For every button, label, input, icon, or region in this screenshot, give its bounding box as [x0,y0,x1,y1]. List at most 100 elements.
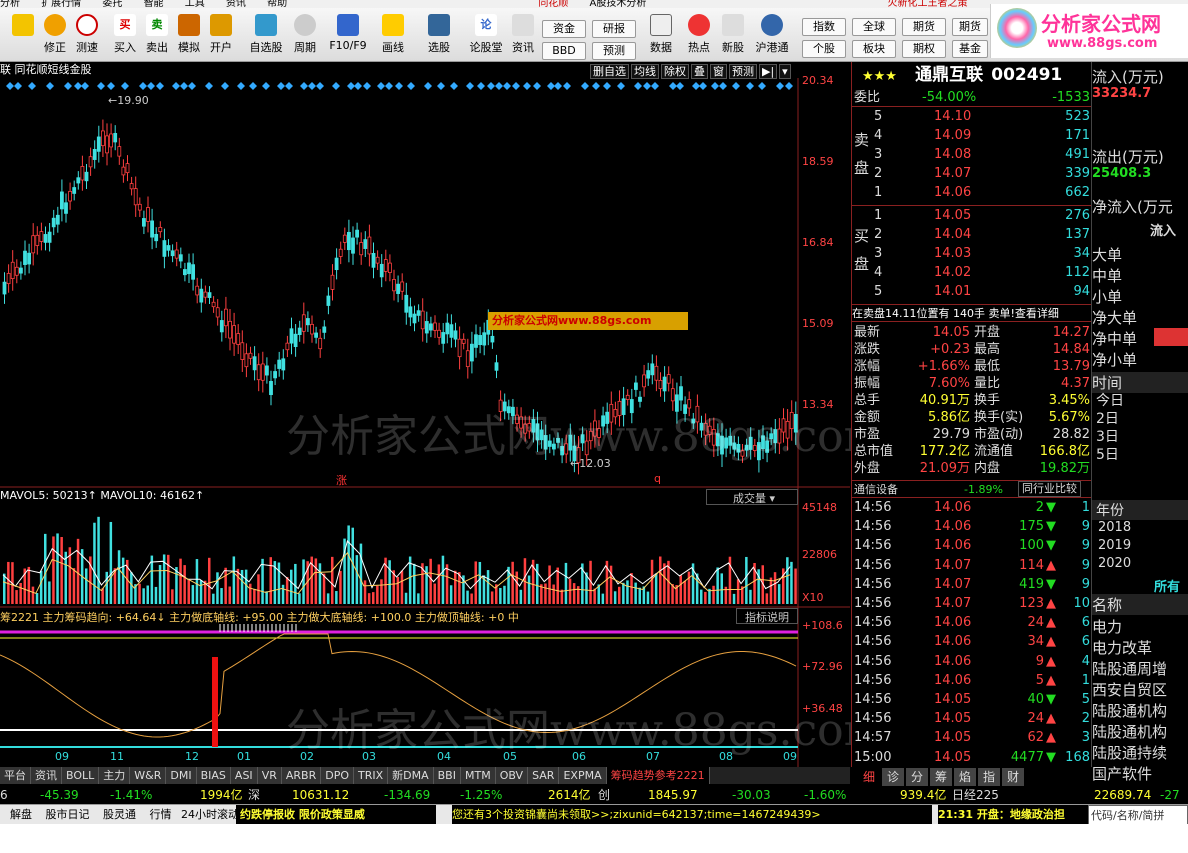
indicator-tab[interactable]: OBV [495,767,529,784]
fund2-button[interactable]: 基金 [952,40,988,58]
buy-button[interactable]: 买买入 [110,12,140,55]
menu-help[interactable]: 帮助 [267,0,287,8]
new-stock-button[interactable]: 新股 [718,12,748,55]
kline-chart[interactable] [0,62,850,767]
quote-tab[interactable]: 焰 [954,768,976,786]
quote-tab[interactable]: 财 [1002,768,1024,786]
day-item[interactable]: 2日 [1096,408,1119,428]
sector-button[interactable]: 板块 [852,40,896,58]
bbd-button[interactable]: BBD [542,42,586,60]
bottom-item[interactable]: 股灵通 [103,808,136,821]
speed-test-button[interactable]: 测速 [72,12,102,55]
indicator-tab[interactable]: BBI [433,767,461,784]
day-item[interactable]: 3日 [1096,426,1119,446]
day-item[interactable]: 今日 [1096,390,1124,410]
quote-tab[interactable]: 筹 [930,768,952,786]
data-button[interactable]: 数据 [646,12,676,55]
simulate-button[interactable]: 模拟 [174,12,204,55]
bid-row[interactable]: 2 14.04 137 [852,226,1092,244]
indicator-tab[interactable]: MTM [460,767,496,784]
year-item[interactable]: 2020 [1098,556,1131,571]
fund-button[interactable]: 资金 [542,20,586,38]
bid-row[interactable]: 5 14.01 94 [852,283,1092,301]
notice-text[interactable]: 您还有3个投资锦囊尚未领取>>;zixunid=642137;time=1467… [452,805,932,825]
menu-tools[interactable]: 工具 [185,0,205,8]
sector-item[interactable]: 西安自贸区 [1092,679,1188,700]
quote-tab[interactable]: 分 [906,768,928,786]
indicator-help-button[interactable]: 指标说明 [736,608,798,624]
search-input[interactable]: 代码/名称/简拼 [1088,805,1188,825]
sector-item[interactable]: 电力改革 [1092,637,1188,658]
ask-row[interactable]: 1 14.06 662 [852,184,1092,202]
quote-tab[interactable]: 指 [978,768,1000,786]
bottom-item[interactable]: 24小时滚动 [181,808,239,821]
hotspot-button[interactable]: 热点 [684,12,714,55]
up-arrow-button[interactable] [8,12,38,39]
menu-smart[interactable]: 智能 [144,0,164,8]
period-toggle-button[interactable]: 期货 [952,18,988,36]
indicator-tab[interactable]: 主力 [99,767,131,784]
time-news[interactable]: 21:31 开盘：地缘政治担 [938,805,1088,825]
indicator-tab[interactable]: W&R [130,767,167,784]
indicator-tab[interactable]: TRIX [353,767,389,784]
indicator-tab[interactable]: EXPMA [559,767,607,784]
indicator-tab[interactable]: BIAS [196,767,231,784]
indicator-tab[interactable]: 筹码趋势参考2221 [606,767,710,784]
year-item[interactable]: 2018 [1098,520,1131,535]
menu-news[interactable]: 资讯 [226,0,246,8]
ask-row[interactable]: 3 14.08 491 [852,146,1092,164]
fix-button[interactable]: 修正 [40,12,70,55]
bid-row[interactable]: 4 14.02 112 [852,264,1092,282]
ask-row[interactable]: 4 14.09 171 [852,127,1092,145]
forum-button[interactable]: 论论股堂 [466,12,506,55]
menu-analysis[interactable]: 分析 [0,0,20,8]
bottom-item[interactable]: 解盘 [10,808,32,821]
stock-button[interactable]: 个股 [802,40,846,58]
sector-item[interactable]: 国产软件 [1092,763,1188,784]
sell-button[interactable]: 卖卖出 [142,12,172,55]
sector-item[interactable]: 电力 [1092,616,1188,637]
hk-connect-button[interactable]: 沪港通 [752,12,792,55]
indicator-tab[interactable]: DPO [321,767,354,784]
forecast-button[interactable]: 预测 [592,42,636,60]
indicator-tab[interactable]: DMI [166,767,197,784]
indicator-tab[interactable]: 平台 [0,767,31,784]
indicator-tab[interactable]: ARBR [281,767,322,784]
menu-trade[interactable]: 委托 [102,0,122,8]
indicator-tab[interactable]: ASI [230,767,258,784]
compare-button[interactable]: 同行业比较 [1018,481,1081,497]
futures-button[interactable]: 期货 [902,18,946,36]
day-item[interactable]: 5日 [1096,444,1119,464]
sector-item[interactable]: 陆股通持续 [1092,742,1188,763]
quote-tab[interactable]: 诊 [882,768,904,786]
year-item[interactable]: 2019 [1098,538,1131,553]
sector-item[interactable]: 陆股通机构 [1092,721,1188,742]
indicator-tab[interactable]: 新DMA [388,767,434,784]
sector-item[interactable]: 陆股通机构 [1092,700,1188,721]
queue-info[interactable]: 在卖盘14.11位置有 140手 卖单!查看详细 [852,304,1092,322]
global-button[interactable]: 全球 [852,18,896,36]
sector-item[interactable]: 陆股通周增 [1092,658,1188,679]
indicator-tab[interactable]: VR [257,767,282,784]
stock-select-button[interactable]: 选股 [424,12,454,55]
vol-indicator-dropdown[interactable]: 成交量 ▾ [706,489,798,505]
news-button[interactable]: 资讯 [508,12,538,55]
research-button[interactable]: 研报 [592,20,636,38]
bottom-item[interactable]: 行情 [150,808,172,821]
bid-row[interactable]: 1 14.05 276 [852,207,1092,225]
watchlist-button[interactable]: 自选股 [246,12,286,55]
quote-tab[interactable]: 细 [858,768,880,786]
open-account-button[interactable]: 开户 [206,12,236,55]
menu-extended[interactable]: 扩展行情 [41,0,81,8]
indicator-tab[interactable]: 资讯 [31,767,62,784]
bid-row[interactable]: 3 14.03 34 [852,245,1092,263]
f10-button[interactable]: F10/F9 [328,12,368,52]
news-ticker[interactable]: 约跌停报收 限价政策显威 [236,805,436,825]
ask-row[interactable]: 5 14.10 523 [852,108,1092,126]
ask-row[interactable]: 2 14.07 339 [852,165,1092,183]
indicator-tab[interactable]: BOLL [62,767,100,784]
draw-line-button[interactable]: 画线 [378,12,408,55]
indicator-tab[interactable]: SAR [528,767,560,784]
options-button[interactable]: 期权 [902,40,946,58]
index-button[interactable]: 指数 [802,18,846,36]
